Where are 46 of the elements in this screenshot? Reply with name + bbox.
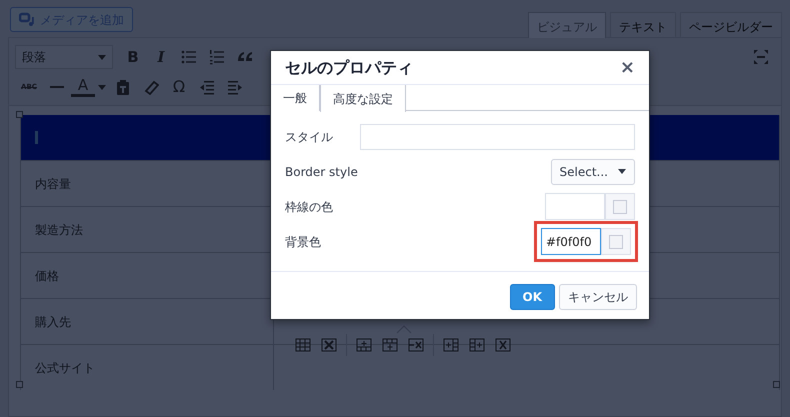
field-label: 背景色 (285, 234, 321, 250)
italic-button[interactable]: I (147, 45, 175, 69)
field-label: Border style (285, 164, 358, 180)
indent-icon[interactable] (227, 79, 243, 95)
insert-column-before-icon[interactable] (443, 338, 459, 352)
border-style-dropdown[interactable]: Select... (550, 158, 635, 184)
format-dropdown[interactable]: 段落 (15, 45, 113, 69)
delete-row-icon[interactable] (408, 338, 424, 352)
special-character-button[interactable]: Ω (165, 75, 193, 99)
dialog-tab[interactable]: 高度な設定 (320, 85, 406, 112)
field-label: スタイル (285, 128, 333, 146)
color-input-field[interactable]: #f0f0f0 (541, 228, 601, 255)
text-color-button[interactable]: A (71, 77, 95, 97)
close-button[interactable]: × (620, 58, 635, 76)
text-cursor (35, 131, 38, 144)
insert-row-above-icon[interactable] (356, 338, 372, 352)
caret-icon (618, 169, 626, 174)
resize-handle[interactable] (16, 381, 23, 388)
ok-button[interactable]: OK (510, 284, 555, 310)
color-picker-button[interactable] (605, 193, 635, 220)
dialog-title: セルのプロパティ (285, 56, 413, 78)
fullscreen-icon[interactable] (753, 49, 769, 65)
outdent-icon[interactable] (199, 79, 215, 95)
delete-column-icon[interactable] (495, 338, 511, 352)
color-picker-button[interactable] (601, 228, 631, 255)
field-label: 枠線の色 (285, 198, 333, 216)
eraser-icon[interactable] (143, 79, 159, 95)
delete-table-icon[interactable] (321, 338, 337, 352)
clipboard-icon[interactable] (115, 79, 131, 95)
caret-icon[interactable] (98, 84, 106, 90)
caret-icon (98, 54, 106, 60)
bullet-list-icon[interactable] (181, 49, 197, 65)
editor-tab[interactable]: テキスト (610, 12, 676, 37)
color-input-field[interactable] (545, 193, 605, 220)
cancel-button[interactable]: キャンセル (559, 284, 637, 310)
bold-button[interactable]: B (119, 45, 147, 69)
resize-handle[interactable] (773, 381, 780, 388)
style-input-field[interactable] (360, 124, 635, 150)
insert-column-after-icon[interactable] (469, 338, 485, 352)
numbered-list-icon[interactable] (209, 49, 225, 65)
resize-handle[interactable] (16, 111, 23, 118)
insert-row-below-icon[interactable] (382, 338, 398, 352)
media-icon (19, 12, 35, 27)
table-icon[interactable] (295, 338, 311, 352)
editor-tab[interactable]: ページビルダー (680, 12, 782, 37)
dialog-tab[interactable]: 一般 (271, 85, 320, 111)
